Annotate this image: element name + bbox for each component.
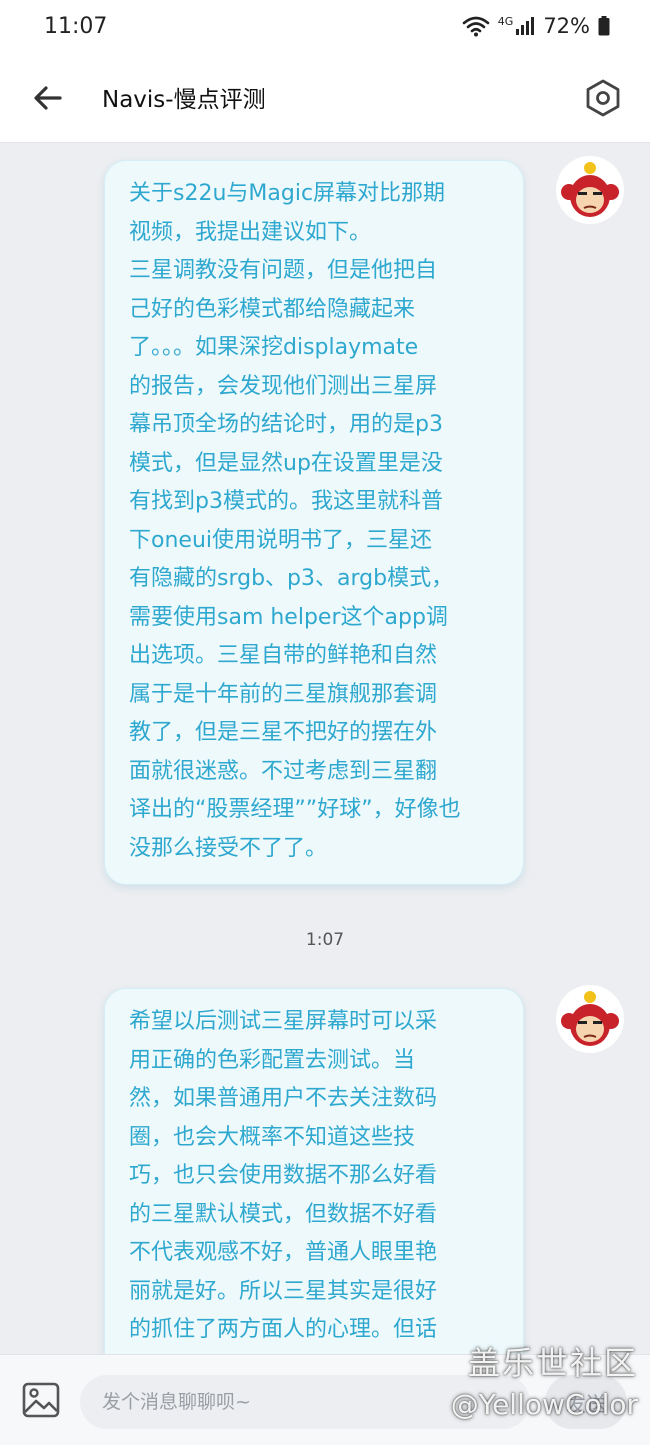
- message-input[interactable]: [80, 1375, 530, 1429]
- message-line: 希望以后测试三星屏幕时可以采: [129, 1009, 438, 1034]
- message-line: 的报告，会发现他们测出三星屏: [129, 373, 438, 399]
- signal-icon: [516, 17, 535, 35]
- message-timestamp: 1:07: [305, 930, 345, 950]
- message-line: 教了，但是三星不把好的摆在外: [129, 720, 438, 745]
- message-line: 三星调教没有问题，但是他把自: [129, 258, 438, 283]
- message-line: 没那么接受不了了。: [129, 835, 328, 861]
- message-line: 视频，我提出建议如下。: [129, 219, 372, 245]
- send-button[interactable]: 发送: [545, 1375, 627, 1429]
- avatar[interactable]: [556, 156, 624, 224]
- message-line: 了。。。如果深挖displaymate: [129, 335, 419, 360]
- message-bubble: 希望以后测试三星屏幕时可以采 用正确的色彩配置去测试。当 然，如果普通用户不去关…: [104, 988, 524, 1408]
- app-bar: Navis-慢点评测: [0, 58, 650, 143]
- message-line: 用正确的色彩配置去测试。当: [129, 1047, 416, 1073]
- message-line: 丽就是好。所以三星其实是很好: [129, 1278, 438, 1304]
- settings-hexagon-icon[interactable]: [580, 75, 626, 121]
- page-title: Navis-慢点评测: [102, 87, 266, 113]
- network-type: 4G: [497, 14, 514, 28]
- message-line: 译出的“股票经理””好球”，好像也: [129, 797, 461, 822]
- message-bubble: 关于s22u与Magic屏幕对比那期 视频，我提出建议如下。 三星调教没有问题，…: [104, 160, 524, 885]
- message-line: 关于s22u与Magic屏幕对比那期: [129, 181, 446, 206]
- message-line: 有找到p3模式的。我这里就科普: [129, 489, 443, 514]
- monkey-avatar-icon: [556, 156, 624, 224]
- message-line: 不代表观感不好，普通人眼里艳: [129, 1240, 438, 1265]
- battery-percent: 72%: [543, 14, 590, 38]
- battery-icon: [598, 16, 610, 36]
- message-line: 圈，也会大概率不知道这些技: [129, 1124, 416, 1150]
- message-line: 的抓住了两方面人的心理。但话: [129, 1317, 438, 1342]
- message-line: 己好的色彩模式都给隐藏起来: [129, 296, 416, 322]
- message-line: 属于是十年前的三星旗舰那套调: [129, 681, 438, 707]
- image-picker-icon[interactable]: [22, 1382, 60, 1418]
- message-line: 然，如果普通用户不去关注数码: [129, 1086, 438, 1111]
- message-line: 下oneui使用说明书了，三星还: [129, 527, 432, 553]
- message-line: 模式，但是显然up在设置里是没: [129, 450, 443, 476]
- composer-bar: 发送: [0, 1354, 650, 1445]
- message-line: 需要使用sam helper这个app调: [129, 604, 448, 630]
- message-line: 巧，也只会使用数据不那么好看: [129, 1163, 438, 1188]
- monkey-avatar-icon: [556, 985, 624, 1053]
- wifi-icon: [462, 16, 490, 37]
- message-line: 有隐藏的srgb、p3、argb模式，: [129, 566, 454, 591]
- message-line: 的三星默认模式，但数据不好看: [129, 1201, 438, 1227]
- message-line: 面就很迷惑。不过考虑到三星翻: [129, 758, 438, 784]
- message-line: 幕吊顶全场的结论时，用的是p3: [129, 412, 443, 437]
- status-bar: 11:07 4G 72%: [0, 0, 650, 58]
- status-time: 11:07: [44, 14, 108, 39]
- back-arrow-icon[interactable]: [28, 78, 68, 118]
- avatar[interactable]: [556, 985, 624, 1053]
- status-icons: 4G 72%: [462, 14, 610, 38]
- message-line: 出选项。三星自带的鲜艳和自然: [129, 643, 438, 668]
